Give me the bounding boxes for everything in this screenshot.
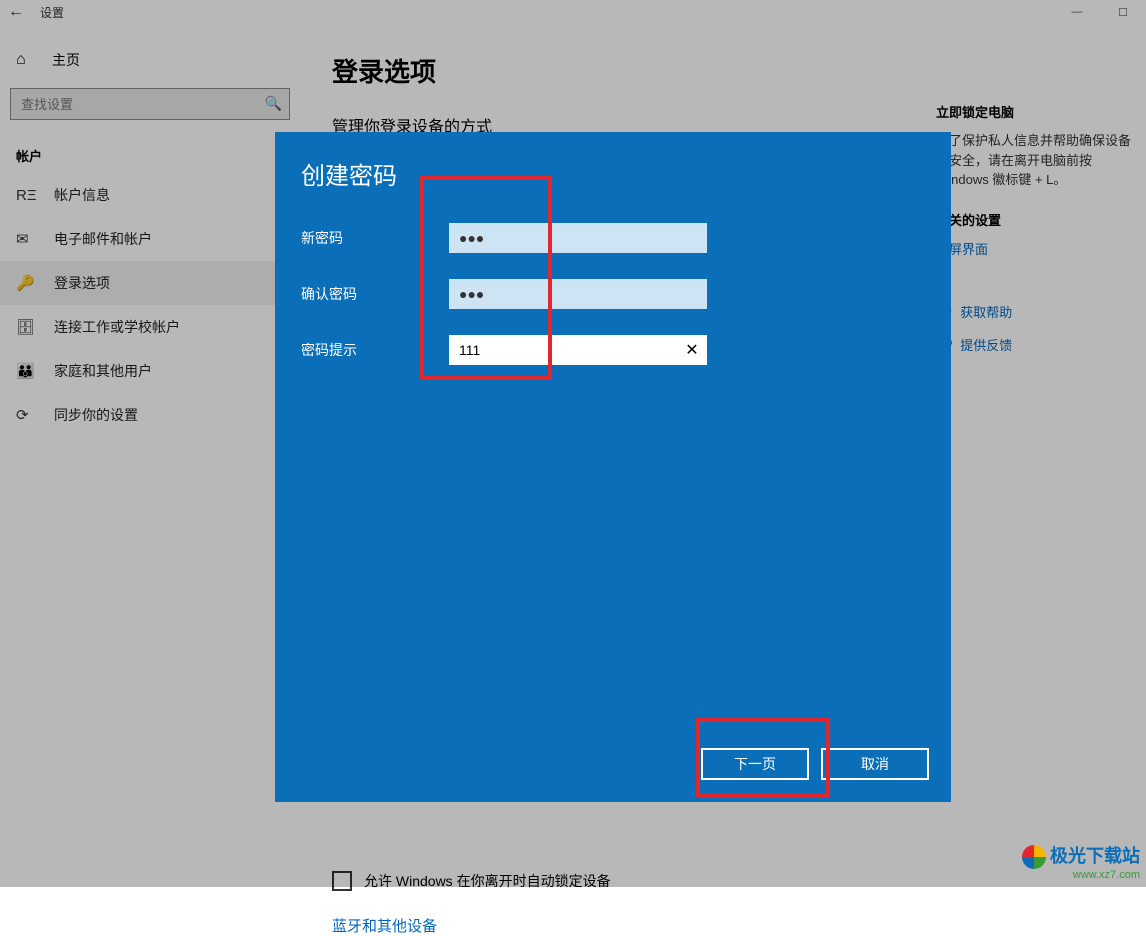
sidebar-item-label: 同步你的设置 (54, 405, 138, 425)
checkbox-icon[interactable] (332, 871, 352, 891)
hint-label: 密码提示 (301, 340, 449, 360)
sync-icon: ⟳ (16, 406, 36, 424)
mail-icon: ✉ (16, 230, 36, 248)
sidebar-item-family[interactable]: 👪 家庭和其他用户 (0, 349, 300, 393)
auto-lock-checkbox-row[interactable]: 允许 Windows 在你离开时自动锁定设备 (332, 871, 1114, 891)
confirm-password-input[interactable] (449, 279, 707, 309)
dialog-title: 创建密码 (301, 156, 925, 191)
lock-now-text: 为了保护私人信息并帮助确保设备的安全，请在离开电脑前按 Windows 徽标键 … (936, 131, 1142, 190)
person-icon: RΞ (16, 187, 36, 204)
watermark-url: www.xz7.com (1022, 869, 1140, 881)
window-title: 设置 (40, 4, 64, 21)
sidebar: ⌂ 主页 🔍 帐户 RΞ 帐户信息 ✉ 电子邮件和帐户 🔑 登录选项 🗄 连接工… (0, 24, 300, 887)
password-hint-input[interactable] (449, 335, 677, 365)
home-link[interactable]: ⌂ 主页 (0, 42, 300, 78)
sidebar-item-label: 帐户信息 (54, 185, 110, 205)
sidebar-item-sync[interactable]: ⟳ 同步你的设置 (0, 393, 300, 437)
home-icon: ⌂ (16, 51, 36, 69)
get-help-link[interactable]: 🌐获取帮助 (936, 302, 1142, 321)
family-icon: 👪 (16, 362, 36, 380)
bluetooth-heading: 蓝牙和其他设备 (332, 915, 1114, 936)
watermark-logo-icon (1022, 845, 1046, 869)
create-password-dialog: 创建密码 新密码 确认密码 密码提示 ✕ 下一页 取消 (275, 132, 951, 802)
watermark: 极光下载站 www.xz7.com (1022, 842, 1140, 881)
briefcase-icon: 🗄 (16, 318, 36, 336)
minimize-icon[interactable]: — (1054, 0, 1100, 24)
new-password-input[interactable] (449, 223, 707, 253)
new-password-label: 新密码 (301, 228, 449, 248)
next-button[interactable]: 下一页 (701, 748, 809, 780)
cancel-button[interactable]: 取消 (821, 748, 929, 780)
feedback-link[interactable]: 💬提供反馈 (936, 335, 1142, 354)
sidebar-item-label: 登录选项 (54, 273, 110, 293)
sidebar-section-title: 帐户 (0, 138, 300, 173)
watermark-text: 极光下载站 (1050, 846, 1140, 866)
related-title: 相关的设置 (936, 210, 1142, 229)
lockscreen-link[interactable]: 锁屏界面 (936, 239, 1142, 258)
sidebar-item-email[interactable]: ✉ 电子邮件和帐户 (0, 217, 300, 261)
confirm-password-label: 确认密码 (301, 284, 449, 304)
checkbox-label: 允许 Windows 在你离开时自动锁定设备 (364, 871, 611, 891)
home-label: 主页 (52, 50, 80, 70)
sidebar-item-label: 家庭和其他用户 (54, 361, 152, 381)
link-label: 提供反馈 (960, 335, 1012, 354)
sidebar-item-label: 连接工作或学校帐户 (54, 317, 180, 337)
back-icon[interactable]: ← (8, 3, 24, 21)
sidebar-item-label: 电子邮件和帐户 (54, 229, 152, 249)
clear-icon[interactable]: ✕ (677, 340, 707, 360)
sidebar-item-account-info[interactable]: RΞ 帐户信息 (0, 173, 300, 217)
page-title: 登录选项 (332, 52, 1114, 89)
search-input[interactable] (10, 88, 290, 120)
key-icon: 🔑 (16, 274, 36, 292)
sidebar-item-work-school[interactable]: 🗄 连接工作或学校帐户 (0, 305, 300, 349)
sidebar-item-signin-options[interactable]: 🔑 登录选项 (0, 261, 300, 305)
lock-now-title: 立即锁定电脑 (936, 102, 1142, 121)
search-icon[interactable]: 🔍 (265, 95, 282, 112)
link-label: 获取帮助 (960, 302, 1012, 321)
maximize-icon[interactable]: ☐ (1100, 0, 1146, 24)
